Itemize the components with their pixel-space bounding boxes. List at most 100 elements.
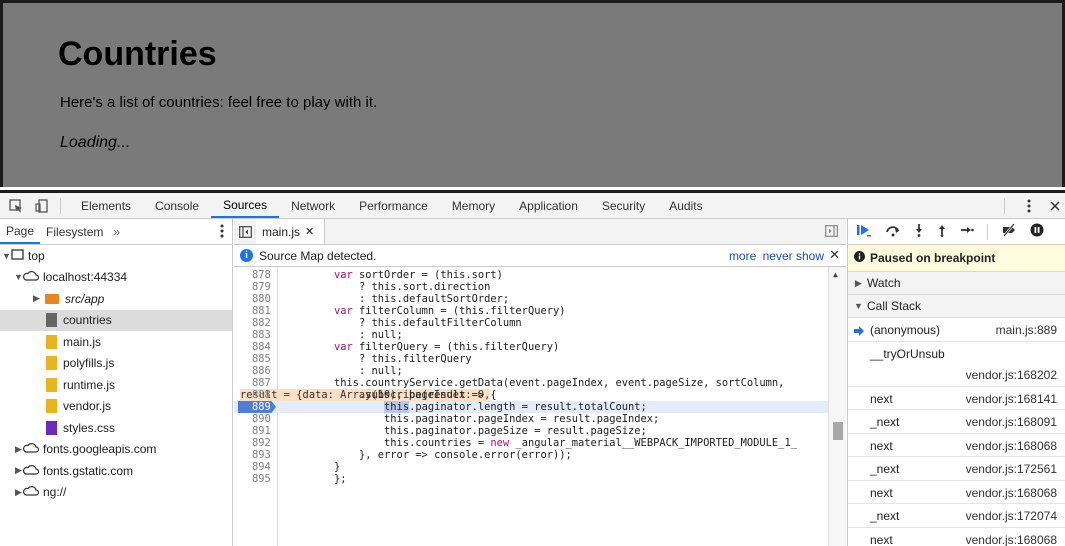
tab-security[interactable]: Security <box>590 193 657 218</box>
line-number[interactable]: 889 <box>252 401 276 413</box>
tab-memory[interactable]: Memory <box>440 193 507 218</box>
code-line: 893 }, error => console.error(error)); <box>234 449 828 461</box>
tree-item-label: fonts.googleapis.com <box>43 442 157 457</box>
pause-on-exceptions-icon[interactable] <box>1030 223 1044 240</box>
line-number[interactable]: 891 <box>252 425 276 437</box>
expanded-arrow-icon: ▼ <box>14 272 23 283</box>
line-number[interactable]: 884 <box>252 341 276 353</box>
tab-audits[interactable]: Audits <box>657 193 714 218</box>
close-icon[interactable]: ✕ <box>829 247 840 263</box>
tab-console[interactable]: Console <box>143 193 211 218</box>
line-number[interactable]: 879 <box>252 281 276 293</box>
step-out-icon[interactable] <box>937 223 947 240</box>
file-icon <box>46 399 57 414</box>
tab-performance[interactable]: Performance <box>347 193 440 218</box>
infobar-links: more never show <box>729 249 824 263</box>
line-number[interactable]: 892 <box>252 437 276 449</box>
more-tabs-icon[interactable]: » <box>113 225 120 239</box>
call-stack-frame[interactable]: _next vendor.js:172074 <box>848 504 1065 528</box>
scrollbar-thumb[interactable] <box>833 422 843 440</box>
toggle-navigator-icon[interactable] <box>234 225 256 238</box>
watch-section-header[interactable]: ▶ Watch <box>848 272 1065 295</box>
close-icon[interactable] <box>1045 196 1065 216</box>
tree-item-fonts-googleapis[interactable]: ▶ fonts.googleapis.com <box>0 439 232 461</box>
call-stack-section-header[interactable]: ▼ Call Stack <box>848 295 1065 318</box>
tree-item-ng[interactable]: ▶ ng:// <box>0 482 232 504</box>
tab-network[interactable]: Network <box>279 193 347 218</box>
code-line: 894} <box>234 461 828 473</box>
deactivate-breakpoints-icon[interactable] <box>1001 223 1017 240</box>
call-stack-frame[interactable]: next vendor.js:168068 <box>848 528 1065 546</box>
code-line: 895}; <box>234 473 828 485</box>
code-text: : null; <box>334 365 403 377</box>
line-number[interactable]: 893 <box>252 449 276 461</box>
step-over-icon[interactable] <box>885 223 901 240</box>
call-stack-label: Call Stack <box>867 299 922 313</box>
toggle-debugger-icon[interactable] <box>825 225 838 240</box>
call-stack-frame[interactable]: next vendor.js:168141 <box>848 387 1065 410</box>
line-number[interactable]: 880 <box>252 293 276 305</box>
call-stack-frame[interactable]: (anonymous) main.js:889 <box>848 318 1065 342</box>
tree-item-vendor-js[interactable]: vendor.js <box>0 396 232 418</box>
expanded-arrow-icon: ▼ <box>2 250 11 261</box>
devtools-right-controls <box>996 193 1065 218</box>
line-number[interactable]: 882 <box>252 317 276 329</box>
kebab-menu-icon[interactable] <box>1019 196 1039 216</box>
tree-item-top[interactable]: ▼ top <box>0 245 232 267</box>
line-number[interactable]: 878 <box>252 269 276 281</box>
line-number[interactable]: 888 <box>252 389 276 401</box>
frame-function-name: next <box>870 438 893 453</box>
tab-application[interactable]: Application <box>507 193 590 218</box>
never-show-link[interactable]: never show <box>763 249 824 263</box>
line-number[interactable]: 890 <box>252 413 276 425</box>
tree-item-polyfills-js[interactable]: polyfills.js <box>0 353 232 375</box>
code-text: } <box>334 461 341 473</box>
tree-item-main-js[interactable]: main.js <box>0 331 232 353</box>
call-stack-frame[interactable]: _next vendor.js:172561 <box>848 457 1065 481</box>
line-number[interactable]: 885 <box>252 353 276 365</box>
call-stack-frame[interactable]: __tryOrUnsub vendor.js:168202 <box>848 342 1065 387</box>
tree-item-label: polyfills.js <box>63 356 115 371</box>
code-view[interactable]: 878 var sortOrder = (this.sort) 879 ? this… <box>234 267 846 546</box>
line-number[interactable]: 881 <box>252 305 276 317</box>
scroll-up-icon[interactable]: ▲ <box>833 270 838 279</box>
inspect-element-icon[interactable] <box>6 196 26 216</box>
step-into-icon[interactable] <box>914 223 924 240</box>
device-toolbar-icon[interactable] <box>32 196 52 216</box>
line-number[interactable]: 894 <box>252 461 276 473</box>
tab-filesystem[interactable]: Filesystem <box>40 219 109 244</box>
frame-function-name: (anonymous) <box>870 323 941 337</box>
tree-item-localhost[interactable]: ▼ localhost:44334 <box>0 267 232 289</box>
line-number[interactable]: 895 <box>252 473 276 485</box>
tree-item-styles-css[interactable]: styles.css <box>0 417 232 439</box>
file-tab-label: main.js <box>262 224 301 239</box>
frame-location: vendor.js:168068 <box>965 438 1057 453</box>
frame-function-name: _next <box>870 462 900 476</box>
code-text: this.paginator.length = result.totalCoun… <box>384 401 647 413</box>
code-text: this.paginator.pageSize = result.pageSiz… <box>334 425 647 437</box>
more-link[interactable]: more <box>729 249 756 263</box>
tree-item-runtime-js[interactable]: runtime.js <box>0 374 232 396</box>
close-tab-icon[interactable]: ✕ <box>305 225 314 238</box>
tab-sources[interactable]: Sources <box>211 193 280 218</box>
tree-item-src-app[interactable]: ▶ src/app <box>0 288 232 310</box>
line-number[interactable]: 886 <box>252 365 276 377</box>
step-icon[interactable] <box>960 223 974 240</box>
call-stack-frame[interactable]: _next vendor.js:168091 <box>848 410 1065 434</box>
kebab-menu-icon[interactable] <box>220 224 224 241</box>
tab-page[interactable]: Page <box>0 219 41 244</box>
infobar-message: Source Map detected. <box>259 248 377 263</box>
tree-item-fonts-gstatic[interactable]: ▶ fonts.gstatic.com <box>0 460 232 482</box>
editor-scrollbar[interactable]: ▲ <box>828 267 846 546</box>
resume-icon[interactable] <box>856 223 872 240</box>
call-stack-frame[interactable]: next vendor.js:168068 <box>848 434 1065 457</box>
tab-elements[interactable]: Elements <box>69 193 143 218</box>
tree-item-countries[interactable]: countries <box>0 309 232 331</box>
editor-file-tab[interactable]: main.js ✕ <box>256 219 326 244</box>
call-stack-frame[interactable]: next vendor.js:168068 <box>848 481 1065 504</box>
editor-tabbar: main.js ✕ <box>234 219 846 245</box>
line-number[interactable]: 887 <box>252 377 276 389</box>
line-number[interactable]: 883 <box>252 329 276 341</box>
code-line: 879 ? this.sort.direction <box>234 281 828 293</box>
code-text: ? this.filterQuery <box>334 353 472 365</box>
